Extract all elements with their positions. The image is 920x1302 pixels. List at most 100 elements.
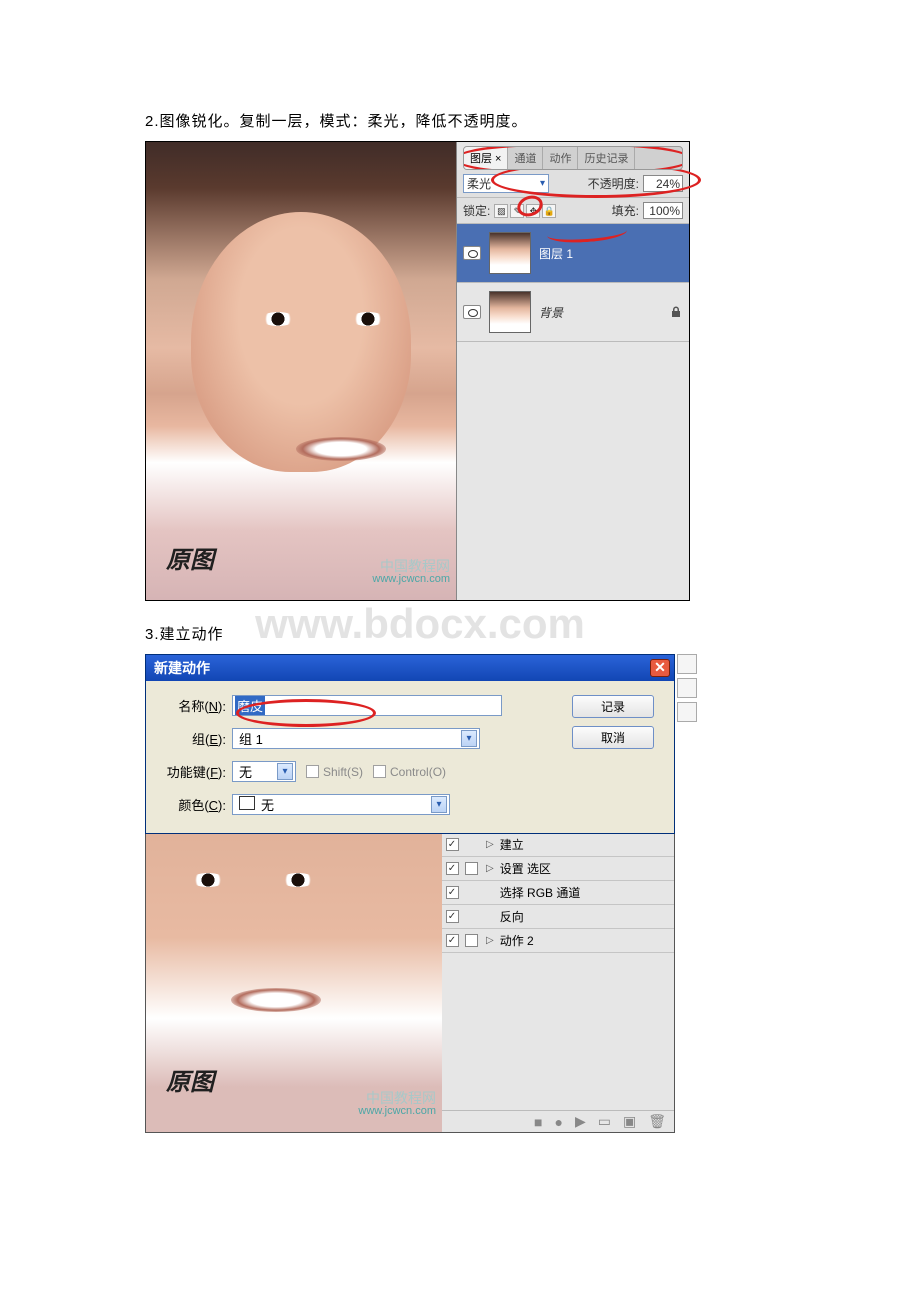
play-icon[interactable]: ▶ [575,1113,586,1130]
group-label: 组(E): [146,729,232,748]
new-action-dialog: 新建动作 ✕ 名称(N): 磨皮 组(E): 组 1 ▾ 功能键(F): [145,654,675,834]
dialog-title: 新建动作 [154,658,210,678]
control-label: Control(O) [390,765,446,779]
lock-all-icon[interactable]: 🔒 [542,204,556,218]
action-modal-checkbox[interactable] [465,862,478,875]
face-eye-left [261,312,295,326]
action-row[interactable]: ✓ ▷ 建立 [442,833,674,857]
action-toggle-checkbox[interactable]: ✓ [446,862,459,875]
tab-actions[interactable]: 动作 [543,147,578,169]
face-mouth [231,988,321,1012]
dialog-buttons: 记录 取消 [556,695,664,815]
row-group: 组(E): 组 1 ▾ [146,728,556,749]
layer-row[interactable]: 图层 1 [457,224,689,283]
layer-name: 图层 1 [539,245,573,262]
color-value: 无 [261,798,274,813]
screenshot-2: 新建动作 ✕ 名称(N): 磨皮 组(E): 组 1 ▾ 功能键(F): [145,654,675,1133]
face-eye-right [351,312,385,326]
layer-name: 背景 [539,304,563,321]
close-button[interactable]: ✕ [650,659,670,677]
visibility-eye-icon[interactable] [463,246,481,260]
tab-channels[interactable]: 通道 [508,147,543,169]
lock-label: 锁定: [463,202,490,219]
cancel-button[interactable]: 取消 [572,726,654,749]
fill-value: 100% [649,204,680,218]
shift-label: Shift(S) [323,765,363,779]
screenshot-1: 原图 中国教程网 www.jcwcn.com 图层 × 通道 动作 历史记录 柔… [145,141,690,601]
row-color: 颜色(C): 无 ▾ [146,794,556,815]
side-icon[interactable] [677,678,697,698]
action-toggle-checkbox[interactable]: ✓ [446,838,459,851]
actions-footer: ■ ● ▶ ▭ ▣ 🗑 [442,1110,674,1132]
layer-thumbnail[interactable] [489,291,531,333]
color-swatch [239,796,255,810]
fnkey-select[interactable]: 无 ▾ [232,761,296,782]
side-icon[interactable] [677,654,697,674]
action-row[interactable]: ✓ ▷ 反向 [442,905,674,929]
chevron-down-icon: ▾ [277,763,293,780]
face-mouth [296,437,386,461]
lock-paint-icon[interactable]: ✎ [510,204,524,218]
lock-transparency-icon[interactable]: ▨ [494,204,508,218]
shift-checkbox[interactable]: Shift(S) [306,765,363,779]
name-input[interactable]: 磨皮 [232,695,502,716]
action-toggle-checkbox[interactable]: ✓ [446,934,459,947]
row-name: 名称(N): 磨皮 [146,695,556,716]
side-icon[interactable] [677,702,697,722]
control-checkbox[interactable]: Control(O) [373,765,446,779]
lock-move-icon[interactable]: ✥ [526,204,540,218]
original-label: 原图 [166,540,214,575]
action-modal-checkbox[interactable] [465,934,478,947]
stop-icon[interactable]: ■ [534,1114,542,1130]
below-dialog-area: 原图 中国教程网 www.jcwcn.com ✓ ▷ 建立 ✓ ▷ 设置 选区 … [145,833,675,1133]
site-watermark-zh: 中国教程网 [372,560,450,573]
layers-panel: 图层 × 通道 动作 历史记录 柔光 ▾ 不透明度: 24% 锁定: ▨✎✥🔒 … [456,142,689,600]
group-select[interactable]: 组 1 ▾ [232,728,480,749]
opacity-label: 不透明度: [588,175,639,192]
chevron-down-icon: ▾ [540,178,545,189]
layer-row[interactable]: 背景 [457,283,689,342]
opacity-input[interactable]: 24% [643,175,683,192]
canvas-image: 原图 中国教程网 www.jcwcn.com [146,142,456,600]
fnkey-label: 功能键(F): [146,762,232,781]
fnkey-value: 无 [239,762,252,781]
color-label: 颜色(C): [146,795,232,814]
opacity-value: 24% [656,177,680,191]
site-watermark-2: 中国教程网 www.jcwcn.com [358,1092,436,1118]
action-name: 建立 [498,836,670,853]
fill-input[interactable]: 100% [643,202,683,219]
expand-triangle-icon[interactable]: ▷ [486,935,494,946]
record-icon[interactable]: ● [555,1114,563,1130]
color-value-wrap: 无 [239,795,274,814]
trash-icon[interactable]: 🗑 [648,1113,666,1130]
face-illustration [191,212,411,472]
visibility-eye-icon[interactable] [463,305,481,319]
layer-list: 图层 1 背景 [457,224,689,342]
original-label-2: 原图 [166,1062,214,1097]
action-name: 选择 RGB 通道 [498,884,670,901]
blend-mode-select[interactable]: 柔光 ▾ [463,174,549,193]
new-set-icon[interactable]: ▭ [598,1113,611,1130]
action-row[interactable]: ✓ ▷ 动作 2 [442,929,674,953]
lock-row: 锁定: ▨✎✥🔒 填充: 100% [457,198,689,224]
action-row[interactable]: ✓ ▷ 设置 选区 [442,857,674,881]
new-action-icon[interactable]: ▣ [623,1113,636,1130]
canvas-image-2: 原图 中国教程网 www.jcwcn.com [146,833,442,1132]
tab-history[interactable]: 历史记录 [578,147,635,169]
action-row[interactable]: ✓ ▷ 选择 RGB 通道 [442,881,674,905]
face-eye-right [281,873,315,887]
blend-mode-value: 柔光 [467,175,491,192]
checkbox-icon [306,765,319,778]
layer-thumbnail[interactable] [489,232,531,274]
expand-triangle-icon[interactable]: ▷ [486,863,494,874]
tab-layers[interactable]: 图层 × [464,147,508,169]
expand-triangle-icon[interactable]: ▷ [486,839,494,850]
action-toggle-checkbox[interactable]: ✓ [446,910,459,923]
action-name: 反向 [498,908,670,925]
site-watermark-url: www.jcwcn.com [358,1105,436,1118]
action-toggle-checkbox[interactable]: ✓ [446,886,459,899]
record-button[interactable]: 记录 [572,695,654,718]
dialog-titlebar: 新建动作 ✕ [146,655,674,681]
color-select[interactable]: 无 ▾ [232,794,450,815]
lock-icons[interactable]: ▨✎✥🔒 [494,203,558,218]
